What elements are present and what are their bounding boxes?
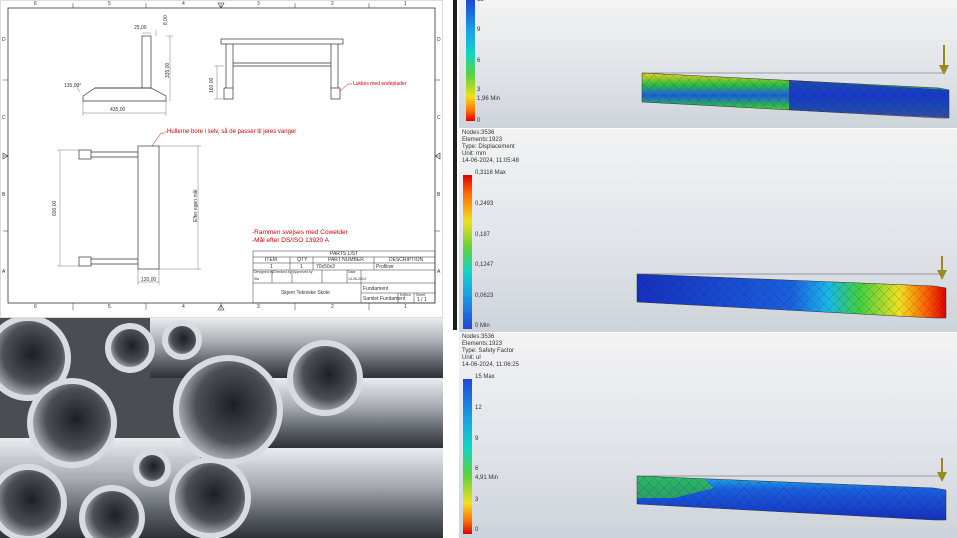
steel-tubes-photo bbox=[0, 318, 443, 538]
dimension-label: Efter egen mål bbox=[193, 189, 199, 222]
fea-safety-factor-panel: Nodes:3536 Elements:1923 Type: Safety Fa… bbox=[459, 333, 957, 538]
scale-tick: 0,187 bbox=[475, 232, 491, 238]
border-letter: D bbox=[2, 37, 6, 43]
info-timestamp: 14-06-2024, 11:05:48 bbox=[462, 158, 519, 164]
border-letter: A bbox=[2, 269, 6, 275]
beam-model bbox=[636, 458, 947, 521]
border-letter: B bbox=[437, 192, 441, 198]
fea-displacement-panel: Nodes:3536 Elements:1923 Type: Displacem… bbox=[459, 129, 957, 332]
parts-list-header: ITEM bbox=[265, 257, 277, 263]
border-number: 1 bbox=[404, 1, 407, 7]
scale-tick: 0 bbox=[475, 527, 479, 533]
info-type: Type: Safety Factor bbox=[462, 348, 515, 354]
border-number: 2 bbox=[331, 304, 334, 310]
beam-model bbox=[641, 45, 950, 119]
border-number: 6 bbox=[34, 1, 37, 7]
border-number: 3 bbox=[257, 304, 260, 310]
border-number: 2 bbox=[331, 1, 334, 7]
scale-min: 1,96 Min bbox=[477, 96, 501, 102]
info-nodes: Nodes:3536 bbox=[462, 334, 495, 340]
note-maal: -Mål efter DS/ISO 13920 A bbox=[252, 237, 329, 244]
scale-tick: 3 bbox=[477, 87, 481, 93]
color-scale-bar bbox=[463, 175, 472, 329]
border-number: 4 bbox=[182, 304, 185, 310]
title-block-label: Edition bbox=[400, 293, 411, 297]
info-elements: Elements:1923 bbox=[462, 341, 503, 347]
title-block-label: Designed by bbox=[254, 270, 274, 274]
border-letter: C bbox=[2, 115, 6, 121]
parts-list-header: PART NUMBER bbox=[328, 257, 364, 263]
border-number: 1 bbox=[404, 304, 407, 310]
scale-tick: 0,0623 bbox=[475, 293, 494, 299]
scale-tick: 12 bbox=[477, 0, 484, 3]
steel-tubes-illustration bbox=[0, 318, 443, 538]
title-block-name: Fundament bbox=[363, 286, 389, 292]
info-timestamp: 14-06-2024, 11:06:25 bbox=[462, 362, 519, 368]
title-block-designer: Stu bbox=[254, 277, 260, 281]
dimension-label: 25,00 bbox=[134, 25, 147, 31]
panel-divider bbox=[453, 0, 457, 330]
border-number: 5 bbox=[108, 1, 111, 7]
dimension-label: 120,00 bbox=[141, 277, 157, 283]
dimension-label: 160,00 bbox=[209, 77, 215, 93]
parts-list-header: QTY bbox=[297, 257, 308, 263]
dimension-label: 435,00 bbox=[110, 107, 126, 113]
dimension-label: 335,00 bbox=[165, 62, 171, 78]
border-letter: A bbox=[437, 269, 441, 275]
info-elements: Elements:1923 bbox=[462, 137, 503, 143]
scale-max: 15 Max bbox=[475, 374, 495, 380]
title-block-date: 14-06-2024 bbox=[348, 277, 366, 281]
title-block-school: Skjern Tekniske Skole bbox=[281, 290, 330, 296]
note-hullerne: -Hullerne bore i selv, så de passer til … bbox=[165, 129, 297, 135]
dimension-label: 135,00° bbox=[64, 83, 82, 89]
scale-tick: 3 bbox=[475, 497, 479, 503]
border-number: 3 bbox=[257, 1, 260, 7]
info-type: Type: Displacement bbox=[462, 144, 515, 150]
border-number: 5 bbox=[108, 304, 111, 310]
color-scale-bar bbox=[463, 379, 472, 534]
scale-tick: 9 bbox=[475, 436, 479, 442]
title-block-sheet: 1 / 1 bbox=[417, 297, 427, 303]
title-block-subtitle: Samlet Fundament bbox=[363, 296, 406, 302]
title-block-label: Checked by bbox=[273, 270, 292, 274]
border-letter: C bbox=[437, 115, 441, 121]
border-letter: D bbox=[437, 37, 441, 43]
title-block-label: Date bbox=[348, 270, 356, 274]
scale-tick: 0,1247 bbox=[475, 262, 494, 268]
beam-model bbox=[636, 256, 947, 319]
border-number: 4 bbox=[182, 1, 185, 7]
fea-stress-panel: 12 9 6 3 1,96 Min 0 bbox=[459, 0, 957, 128]
border-number: 6 bbox=[34, 304, 37, 310]
scale-tick: 6 bbox=[475, 466, 479, 472]
scale-tick: 9 bbox=[477, 27, 481, 33]
scale-min: 4,91 Min bbox=[475, 475, 499, 481]
parts-list-header: DESCRIPTION bbox=[389, 257, 424, 263]
parts-list-cell: Profilrør bbox=[376, 264, 394, 270]
info-unit: Unit: mm bbox=[462, 151, 486, 157]
note-rammen: -Rammen svejses med Cowelder bbox=[252, 229, 348, 236]
color-scale-bar bbox=[466, 0, 475, 121]
drawing-lines bbox=[0, 0, 443, 318]
scale-tick: 0,2493 bbox=[475, 201, 494, 207]
scale-min: 0 Min bbox=[475, 323, 490, 329]
scale-tick: 12 bbox=[475, 405, 482, 411]
scale-tick: 0 bbox=[477, 118, 481, 124]
technical-drawing: 6 5 4 3 2 1 6 5 4 3 2 1 D C B A D C B A … bbox=[0, 0, 443, 318]
info-unit: Unit: ul bbox=[462, 355, 481, 361]
parts-list-cell: 70x50x3 bbox=[316, 264, 335, 270]
scale-tick: 6 bbox=[477, 58, 481, 64]
dimension-label: 8,00 bbox=[163, 15, 169, 25]
note-lukkes: Lukkes med endeplader bbox=[353, 81, 407, 87]
scale-max: 0,3116 Max bbox=[475, 170, 506, 176]
dimension-label: 600,00 bbox=[52, 200, 58, 216]
border-letter: B bbox=[2, 192, 6, 198]
title-block-label: Approved by bbox=[293, 270, 313, 274]
info-nodes: Nodes:3536 bbox=[462, 130, 495, 136]
